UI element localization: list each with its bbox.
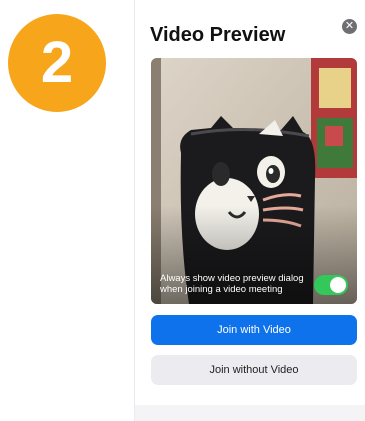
toggle-knob xyxy=(330,277,346,293)
dialog-title: Video Preview xyxy=(150,24,286,46)
video-preview-toggle-label: Always show video preview dialog when jo… xyxy=(160,273,304,295)
video-preview-dialog: Video Preview ✕ Always show video previe… xyxy=(134,0,365,421)
step-number-badge: 2 xyxy=(8,14,106,112)
camera-feed-image xyxy=(151,58,357,304)
tutorial-screenshot: 2 Video Preview ✕ Always show video prev… xyxy=(0,0,365,421)
video-preview: Always show video preview dialog when jo… xyxy=(151,58,357,304)
always-show-preview-toggle[interactable] xyxy=(314,275,348,295)
close-icon[interactable]: ✕ xyxy=(342,19,357,34)
join-without-video-button[interactable]: Join without Video xyxy=(151,355,357,385)
dialog-bottom-strip xyxy=(135,405,365,421)
join-with-video-button[interactable]: Join with Video xyxy=(151,315,357,345)
